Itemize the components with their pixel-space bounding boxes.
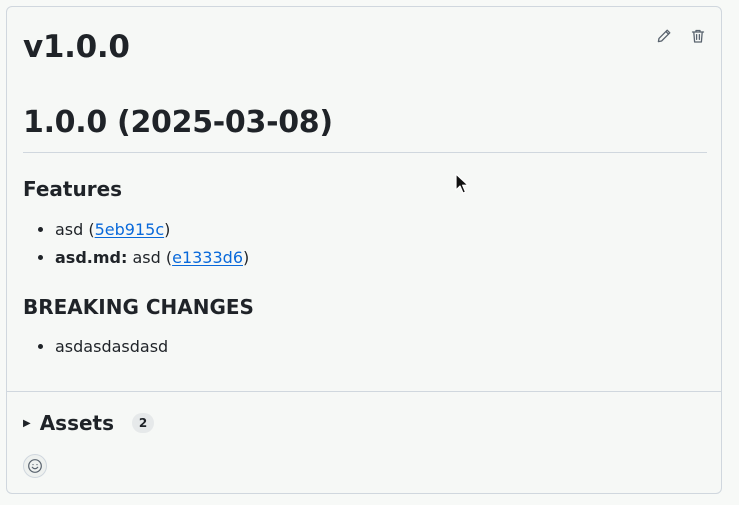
- commit-link[interactable]: e1333d6: [172, 248, 243, 267]
- list-item: asd.md: asd (e1333d6): [55, 244, 249, 272]
- commit-link[interactable]: 5eb915c: [95, 220, 165, 239]
- triangle-right-icon: ▶: [23, 417, 31, 429]
- features-heading: Features: [23, 177, 123, 201]
- add-reaction-button[interactable]: [23, 454, 47, 478]
- assets-label: Assets: [39, 411, 115, 435]
- list-item: asdasdasdasd: [55, 333, 168, 361]
- release-body: v1.0.0 1.0.0 (2025-03-08) Features • asd…: [7, 7, 721, 392]
- heading-divider: [23, 152, 707, 153]
- breaking-changes-heading: BREAKING CHANGES: [23, 295, 254, 319]
- assets-toggle[interactable]: ▶ Assets 2: [23, 410, 155, 436]
- breaking-changes-list: asdasdasdasd: [23, 333, 168, 361]
- release-card: v1.0.0 1.0.0 (2025-03-08) Features • asd…: [6, 6, 722, 494]
- trash-icon: [691, 29, 705, 43]
- edit-release-button[interactable]: [655, 27, 673, 45]
- delete-release-button[interactable]: [689, 27, 707, 45]
- version-heading: 1.0.0 (2025-03-08): [23, 105, 333, 140]
- assets-count-badge: 2: [132, 413, 155, 433]
- smiley-icon: [28, 459, 42, 473]
- list-item: asd (5eb915c): [55, 216, 249, 244]
- pencil-icon: [657, 29, 671, 43]
- release-tag-title: v1.0.0: [23, 29, 130, 65]
- scope-label: asd.md:: [55, 248, 128, 267]
- features-list: asd (5eb915c) asd.md: asd (e1333d6): [23, 216, 249, 272]
- mouse-cursor-icon: [455, 173, 469, 194]
- release-actions: [655, 27, 707, 45]
